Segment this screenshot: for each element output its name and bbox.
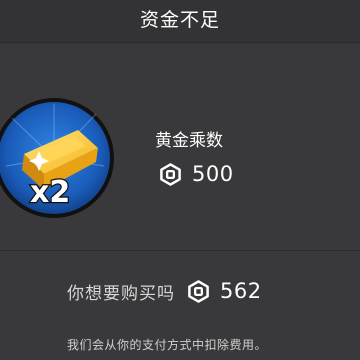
robux-icon [187, 279, 210, 303]
purchase-amount: 562 [220, 279, 262, 303]
product-price: 500 [159, 160, 234, 188]
payment-note: 我们会从你的支付方式中扣除费用。 [67, 338, 268, 352]
product-name: 黄金乘数 [155, 131, 223, 151]
dialog-title: 资金不足 [139, 9, 220, 31]
robux-icon [159, 162, 182, 186]
purchase-question: 你想要购买吗 562 [67, 277, 262, 305]
multiplier-badge-text: x2 [30, 175, 70, 210]
price-value: 500 [192, 162, 234, 186]
purchase-question-text: 你想要购买吗 [67, 283, 175, 304]
divider [0, 250, 360, 251]
gold-bar-x2-icon: x2 [0, 96, 116, 220]
dialog-header: 资金不足 [0, 0, 360, 43]
